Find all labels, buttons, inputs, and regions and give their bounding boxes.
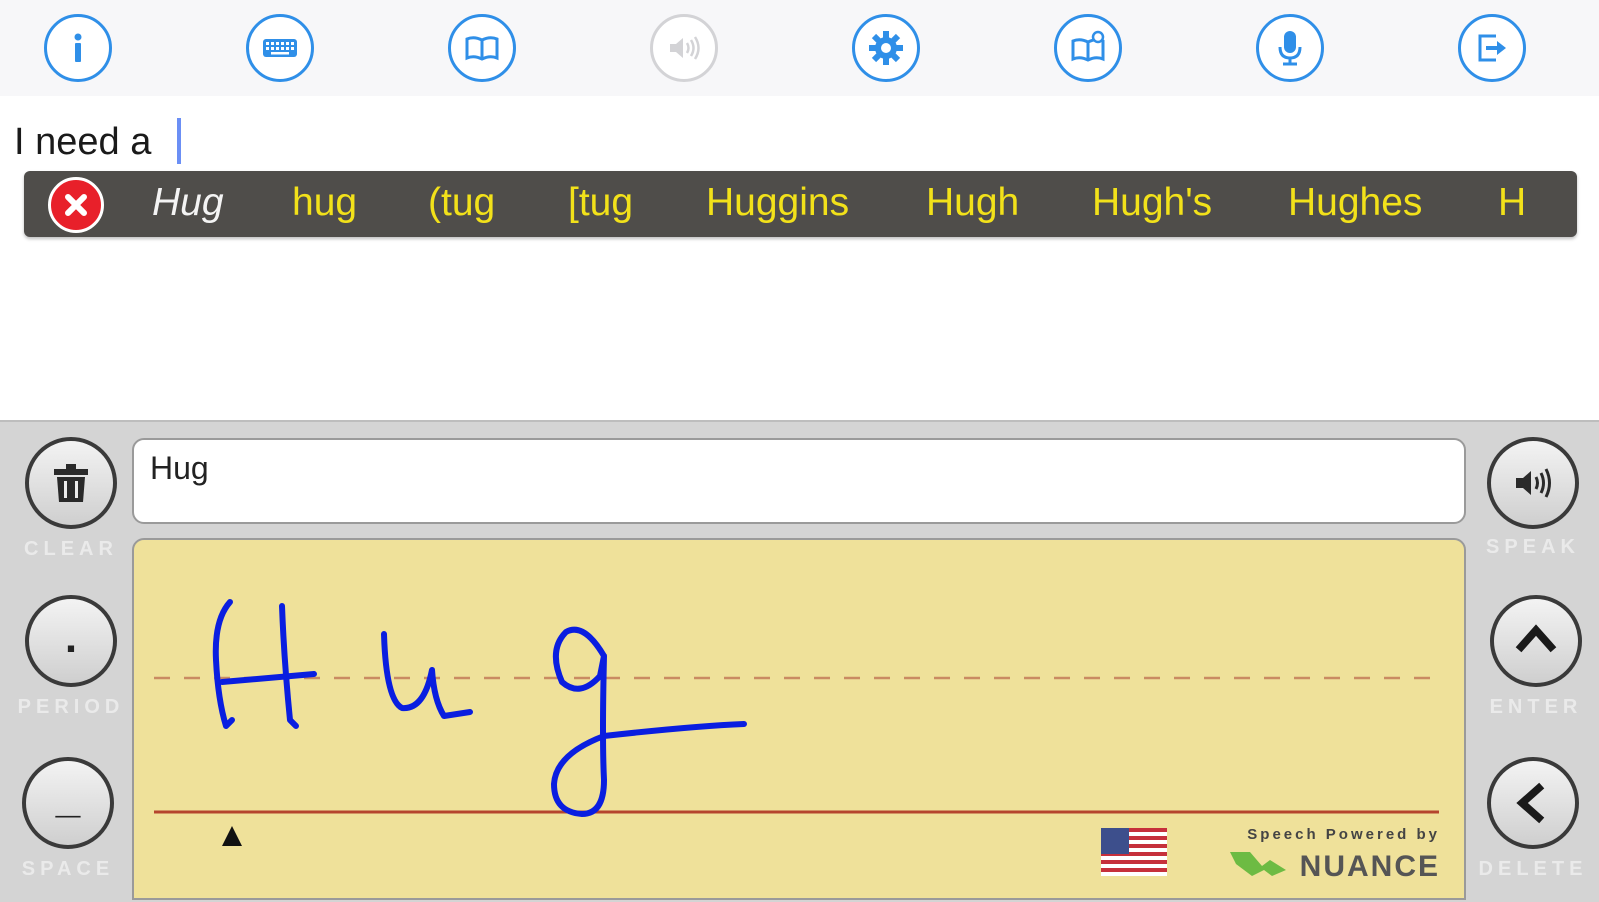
- suggestion-item[interactable]: Hug: [152, 181, 224, 225]
- ink-strokes: [212, 599, 747, 817]
- info-icon: [74, 33, 82, 62]
- keyboard-icon: [263, 39, 297, 57]
- speaker-icon: [1516, 468, 1551, 498]
- speak-button[interactable]: [1487, 437, 1579, 529]
- enter-button[interactable]: [1490, 595, 1582, 687]
- share-button[interactable]: [1458, 14, 1526, 82]
- speech-powered-by-text: Speech Powered by: [1247, 826, 1440, 843]
- trash-icon: [54, 464, 88, 502]
- suggestion-item[interactable]: Hugh: [926, 181, 1019, 225]
- delete-button[interactable]: [1487, 757, 1579, 849]
- speak-label: SPEAK: [1486, 536, 1580, 558]
- suggestion-item[interactable]: [tug: [568, 181, 633, 225]
- period-button[interactable]: .: [25, 595, 117, 687]
- clear-label: CLEAR: [24, 538, 118, 560]
- chevron-up-icon: [1515, 624, 1557, 653]
- nuance-credit: Speech Powered by NUANCE: [1226, 826, 1446, 884]
- space-glyph: _: [55, 773, 81, 822]
- text-cursor: [177, 118, 181, 164]
- suggestion-item[interactable]: Hughes: [1288, 181, 1422, 225]
- suggestion-item[interactable]: Hugh's: [1092, 181, 1212, 225]
- flag-us-icon[interactable]: [1101, 828, 1167, 876]
- settings-button[interactable]: [852, 14, 920, 82]
- suggestion-item[interactable]: (tug: [428, 181, 495, 225]
- close-icon: [65, 194, 87, 216]
- keyboard-button[interactable]: [246, 14, 314, 82]
- speaker-icon: [670, 36, 700, 60]
- suggestion-bar: Hug hug (tug [tug Huggins Hugh Hugh's Hu…: [24, 171, 1577, 237]
- dictionary-button[interactable]: [448, 14, 516, 82]
- enter-label: ENTER: [1489, 696, 1583, 718]
- word-bank-button[interactable]: [1054, 14, 1122, 82]
- info-button[interactable]: [44, 14, 112, 82]
- book-icon: [465, 36, 499, 61]
- caret-marker-icon: [222, 826, 242, 846]
- speak-toolbar-button[interactable]: [650, 14, 718, 82]
- microphone-icon: [1278, 31, 1302, 66]
- suggestion-item[interactable]: Huggins: [706, 181, 849, 225]
- text-document-area[interactable]: [0, 96, 1599, 418]
- clear-button[interactable]: [25, 437, 117, 529]
- book-search-icon: [1071, 30, 1105, 62]
- recognized-text: Hug: [150, 450, 209, 486]
- nuance-logo-icon: [1230, 852, 1286, 876]
- gear-icon: [869, 31, 903, 65]
- delete-label: DELETE: [1478, 858, 1588, 880]
- chevron-left-icon: [1516, 782, 1545, 824]
- dictation-button[interactable]: [1256, 14, 1324, 82]
- recognized-text-field[interactable]: Hug: [132, 438, 1466, 524]
- top-toolbar: [0, 0, 1599, 96]
- period-label: PERIOD: [17, 696, 125, 718]
- suggestion-item[interactable]: H: [1498, 181, 1526, 225]
- space-label: SPACE: [21, 858, 115, 880]
- space-button[interactable]: _: [22, 757, 114, 849]
- suggestion-item[interactable]: hug: [292, 181, 357, 225]
- document-text: I need a: [14, 121, 152, 163]
- nuance-brand: NUANCE: [1299, 850, 1440, 883]
- dismiss-suggestions-button[interactable]: [48, 177, 104, 233]
- export-icon: [1478, 34, 1506, 62]
- period-glyph: .: [64, 613, 78, 662]
